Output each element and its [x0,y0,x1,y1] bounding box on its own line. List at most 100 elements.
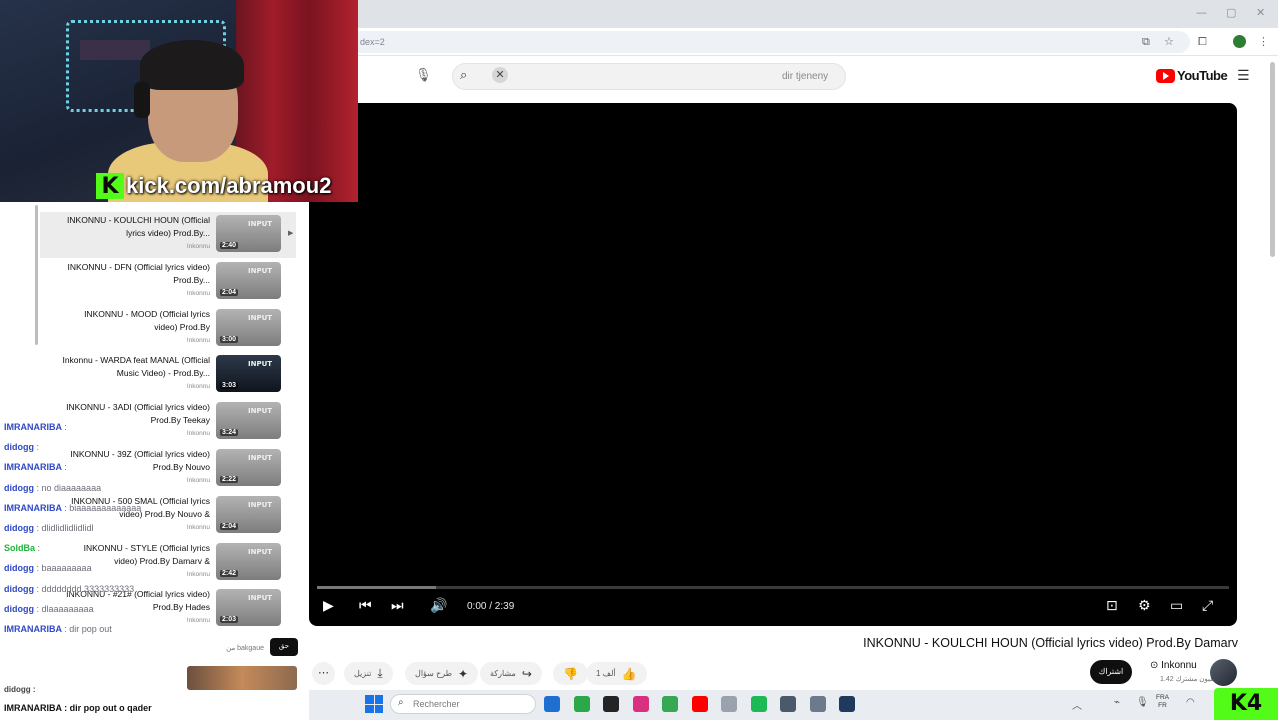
chat-text: : biaaaaaaaaaaaaa [64,502,142,513]
volume-icon[interactable]: 🔊 [430,598,447,614]
star-icon[interactable]: ☆ [1164,35,1174,48]
like-button[interactable]: 1 ألف 👍 [586,662,647,685]
chat-username[interactable]: IMRANARIBA [4,503,62,513]
playlist-item[interactable]: INKONNU - MOOD (Official lyrics video) P… [40,306,296,352]
taskbar-app-icon[interactable] [691,696,708,712]
previous-button[interactable]: ⏮ [359,598,372,614]
playlist-item[interactable]: INKONNU - KOULCHI HOUN (Official lyrics … [40,212,296,258]
taskbar-app-icon[interactable] [839,696,855,712]
chat-username[interactable]: SoldBa [4,543,35,553]
chat-message: IMRANARIBA : dir pop out [4,624,112,634]
playlist-item-duration: 3:03 [220,382,239,390]
keyboard-language[interactable]: FRA FR [1156,694,1169,710]
chat-line-partial: didogg : [4,685,36,694]
playlist-item[interactable]: INKONNU - DFN (Official lyrics video) Pr… [40,259,296,305]
playlist-item-duration: 2:03 [220,616,239,624]
settings-icon[interactable]: ⚙ [1138,598,1151,614]
search-icon[interactable]: ⌕ [460,68,467,83]
url-text[interactable]: dex=2 [360,37,385,47]
subtitles-icon[interactable]: ⊡ [1106,598,1118,614]
fullscreen-icon[interactable]: ⤢ [1202,598,1213,614]
chat-text: : [37,543,41,554]
chat-username[interactable]: didogg [4,604,34,614]
more-actions-button[interactable]: ⋯ [312,662,335,685]
profile-avatar[interactable] [1233,35,1246,48]
dislike-button[interactable]: 👎 [553,662,588,685]
windows-start-icon[interactable] [365,695,383,713]
minimize-button[interactable]: — [1196,6,1207,19]
chat-username[interactable]: didogg [4,584,34,594]
playlist-item-channel: Inkonnu [186,383,210,391]
playlist-item-title: INKONNU - DFN (Official lyrics video) Pr… [67,261,210,285]
tray-wifi-icon[interactable]: ◠ [1186,697,1195,708]
ask-button[interactable]: طرح سؤال ✦ [405,662,479,685]
playlist-item[interactable]: Inkonnu - WARDA feat MANAL (Official Mus… [40,352,296,398]
taskbar-app-icon[interactable] [632,696,649,712]
playlist-item-title: INKONNU - 39Z (Official lyrics video) Pr… [70,449,210,472]
playlist-item-duration: 2:22 [220,476,239,483]
next-button[interactable]: ⏭ [391,598,404,614]
search-input[interactable]: dir tjeneny [782,71,828,82]
playlist-thumbnail[interactable]: INPUT 2:03 [216,589,281,627]
chat-username[interactable]: didogg [4,442,34,452]
tray-network-icon[interactable]: ⌁ [1114,697,1120,708]
cast-icon[interactable]: ⧉ [1142,35,1150,49]
tray-chevron-icon[interactable]: ︿ [1072,697,1082,712]
taskbar-app-icon[interactable] [573,696,590,712]
taskbar-app-icon[interactable] [544,696,560,712]
taskbar-app-icon[interactable] [721,696,737,712]
taskbar-app-icon[interactable] [809,696,826,712]
taskbar-search-icon[interactable]: ⌕ [398,697,404,708]
share-icon: ↪ [521,666,532,681]
playlist-item[interactable]: INKONNU - 3ADI (Official lyrics video) P… [40,399,296,445]
url-field[interactable] [350,31,1190,53]
chat-username[interactable]: didogg [4,523,34,533]
playlist-scrollbar[interactable] [35,205,38,345]
chat-username[interactable]: didogg [4,483,34,493]
extensions-icon[interactable]: ⧠ [1198,35,1207,49]
clear-search-button[interactable]: ✕ [492,67,508,83]
playlist-thumbnail[interactable]: INPUT 2:22 [216,449,281,486]
chat-username[interactable]: IMRANARIBA [4,624,62,634]
theater-mode-icon[interactable]: ▭ [1170,598,1183,614]
page-scrollbar[interactable] [1270,62,1275,257]
channel-name[interactable]: ⊙ Inkonnu [1150,660,1197,671]
share-button[interactable]: مشاركة ↪ [480,662,542,685]
comment-thumbnail[interactable] [187,666,297,690]
channel-avatar[interactable] [1210,659,1237,686]
browser-menu-icon[interactable]: ⋮ [1258,35,1269,48]
progress-bar[interactable] [317,586,1229,589]
playlist-thumbnail[interactable]: INPUT 2:42 [216,542,281,580]
playlist-thumbnail[interactable]: INPUT 3:00 [216,308,281,346]
taskbar-app-icon[interactable] [780,696,796,712]
voice-search-icon[interactable]: 🎙 [415,68,432,83]
chat-message: didogg : dlidlidlidlidlidl [4,523,94,533]
playlist-thumbnail[interactable]: INPUT 2:40 [216,215,281,252]
playlist-thumbnail[interactable]: INPUT 2:04 [216,495,281,533]
playlist-thumbnail[interactable]: INPUT 3:24 [216,402,281,440]
taskbar-app-icon[interactable] [603,696,619,712]
taskbar-app-icon[interactable] [750,696,767,712]
video-player[interactable]: ▶ ⏮ ⏭ 🔊 0:00 / 2:39 ⊡ ⚙ ▭ ⤢ [309,103,1237,626]
taskbar-search[interactable]: Rechercher [390,694,536,714]
chat-message: IMRANARIBA : [4,422,67,432]
taskbar-app-icon[interactable] [662,696,678,712]
close-window-button[interactable]: ✕ [1256,6,1265,19]
hamburger-menu-icon[interactable]: ☰ [1237,68,1250,84]
download-button[interactable]: تنزيل ⤓ [344,662,393,685]
youtube-logo[interactable]: YouTube [1156,68,1228,83]
kick-banner: K kick.com/abramou2 [96,172,331,200]
language-bottom: FR [1158,702,1167,709]
comment-tag-button[interactable]: حق [270,638,298,656]
chat-username[interactable]: didogg [4,563,34,573]
chat-username[interactable]: IMRANARIBA [4,462,62,472]
chat-text: : dlidlidlidlidlidl [36,523,94,533]
chat-username[interactable]: IMRANARIBA [4,422,62,432]
playlist-item-channel: Inkonnu [186,617,210,625]
subscribe-button[interactable]: اشتراك [1090,660,1132,684]
play-button[interactable]: ▶ [323,598,334,614]
maximize-button[interactable]: ▢ [1226,6,1236,19]
playlist-thumbnail[interactable]: INPUT 3:03 [216,355,281,393]
playlist-thumbnail[interactable]: INPUT 2:04 [216,261,281,299]
tray-mic-icon[interactable]: 🎙 [1136,697,1149,708]
